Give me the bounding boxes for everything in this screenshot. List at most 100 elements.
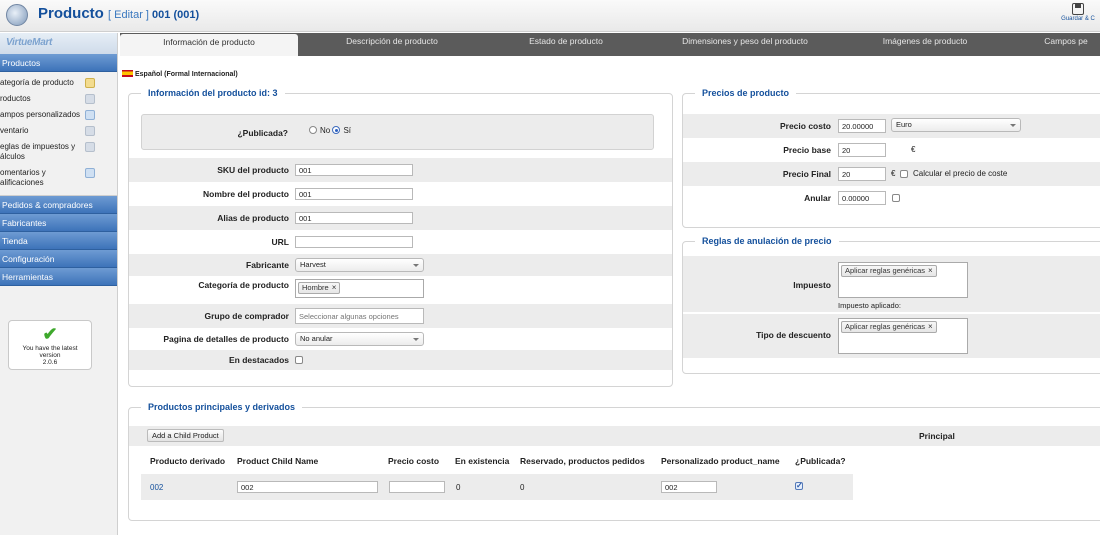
base-price-row: Precio base € bbox=[683, 138, 1100, 162]
version-line2: version bbox=[39, 352, 61, 359]
discount-label: Tipo de descuento bbox=[756, 330, 831, 340]
sku-input[interactable] bbox=[295, 164, 413, 176]
save-close-button[interactable]: Guardar & C bbox=[1056, 2, 1100, 30]
radio-yes-label: Sí bbox=[343, 126, 352, 135]
featured-label: En destacados bbox=[229, 355, 289, 365]
radio-yes[interactable] bbox=[332, 126, 341, 134]
child-products-panel: Productos principales y derivados Add a … bbox=[128, 402, 1100, 521]
child-reserved: 0 bbox=[520, 483, 525, 492]
sidebar-item-campos[interactable]: ampos personalizados bbox=[0, 107, 117, 123]
tab-imagenes[interactable]: Imágenes de producto bbox=[840, 33, 1010, 56]
tax-multiselect[interactable]: Aplicar reglas genéricas × bbox=[838, 262, 968, 298]
floppy-disk-icon bbox=[1072, 3, 1084, 15]
sidebar-section-configuracion[interactable]: Configuración bbox=[0, 250, 117, 268]
manufacturer-row: Fabricante Harvest bbox=[129, 254, 672, 276]
child-published-checkbox[interactable]: ✓ bbox=[795, 482, 803, 490]
category-multiselect[interactable]: Hombre × bbox=[295, 279, 424, 298]
sidebar-section-tienda[interactable]: Tienda bbox=[0, 232, 117, 250]
spain-flag-icon bbox=[122, 70, 133, 77]
sidebar-section-productos[interactable]: Productos bbox=[0, 54, 117, 72]
name-label: Nombre del producto bbox=[203, 189, 289, 199]
checkmark-icon: ✔ bbox=[42, 324, 58, 344]
override-input[interactable] bbox=[838, 191, 886, 205]
sidebar-section-fabricantes[interactable]: Fabricantes bbox=[0, 214, 117, 232]
featured-checkbox[interactable] bbox=[295, 356, 303, 364]
reviews-icon bbox=[85, 168, 95, 178]
sku-row: SKU del producto bbox=[129, 158, 672, 182]
alias-label: Alias de producto bbox=[217, 213, 289, 223]
name-input[interactable] bbox=[295, 188, 413, 200]
discount-multiselect[interactable]: Aplicar reglas genéricas × bbox=[838, 318, 968, 354]
sidebar-item-label: eglas de impuestos y álculos bbox=[0, 142, 76, 161]
child-custom-name-input[interactable] bbox=[661, 481, 717, 493]
manufacturer-label: Fabricante bbox=[246, 260, 289, 270]
tax-label: Impuesto bbox=[793, 280, 831, 290]
alias-row: Alias de producto bbox=[129, 206, 672, 230]
alias-input[interactable] bbox=[295, 212, 413, 224]
sidebar-item-categoria[interactable]: ategoría de producto bbox=[0, 75, 117, 91]
radio-no[interactable] bbox=[309, 126, 317, 134]
calc-cost-checkbox[interactable] bbox=[900, 170, 908, 178]
category-tag: Hombre × bbox=[298, 282, 341, 294]
tab-estado[interactable]: Estado de producto bbox=[486, 33, 646, 56]
sidebar-item-comentarios[interactable]: omentarios y alificaciones bbox=[0, 165, 117, 191]
shopper-group-input[interactable] bbox=[295, 308, 424, 324]
tax-icon bbox=[85, 142, 95, 152]
chevron-down-icon bbox=[413, 338, 419, 341]
language-label: Español (Formal Internacional) bbox=[135, 71, 238, 78]
sidebar-item-label: omentarios y alificaciones bbox=[0, 168, 46, 187]
base-price-label: Precio base bbox=[783, 145, 831, 155]
folder-icon bbox=[85, 78, 95, 88]
sidebar-item-label: ventario bbox=[0, 126, 29, 135]
cost-input[interactable] bbox=[838, 119, 886, 133]
close-icon[interactable]: × bbox=[928, 322, 933, 331]
sidebar-section-herramientas[interactable]: Herramientas bbox=[0, 268, 117, 286]
sidebar-section-pedidos[interactable]: Pedidos & compradores bbox=[0, 196, 117, 214]
tab-campos[interactable]: Campos pe bbox=[1032, 33, 1100, 56]
sidebar-product-list: ategoría de producto roductos ampos pers… bbox=[0, 72, 117, 196]
final-price-row: Precio Final € Calcular el precio de cos… bbox=[683, 162, 1100, 186]
detail-page-select[interactable]: No anular bbox=[295, 332, 424, 346]
override-row: Anular bbox=[683, 186, 1100, 210]
category-row: Categoría de producto Hombre × bbox=[129, 276, 672, 304]
child-cost-input[interactable] bbox=[389, 481, 445, 493]
sidebar-item-productos[interactable]: roductos bbox=[0, 91, 117, 107]
detail-page-row: Pagina de detalles de producto No anular bbox=[129, 328, 672, 350]
sidebar-item-label: ategoría de producto bbox=[0, 78, 74, 87]
tab-dimensiones[interactable]: Dimensiones y peso del producto bbox=[660, 33, 830, 56]
version-line1: You have the latest bbox=[22, 345, 78, 352]
currency-select[interactable]: Euro bbox=[891, 118, 1021, 132]
tab-informacion[interactable]: Información de producto bbox=[120, 34, 298, 56]
published-radios: No Sí bbox=[309, 126, 351, 135]
sku-label: SKU del producto bbox=[217, 165, 289, 175]
override-checkbox[interactable] bbox=[892, 194, 900, 202]
child-products-legend: Productos principales y derivados bbox=[141, 402, 303, 412]
page-title: Producto [ Editar ] 001 (001) bbox=[38, 5, 199, 22]
custom-fields-icon bbox=[85, 110, 95, 120]
base-price-input[interactable] bbox=[838, 143, 886, 157]
price-rules-legend: Reglas de anulación de precio bbox=[695, 236, 839, 246]
principal-label: Principal bbox=[919, 431, 955, 441]
discount-tag: Aplicar reglas genéricas × bbox=[841, 321, 937, 333]
edit-label: [ Editar ] bbox=[108, 9, 149, 21]
sidebar-item-impuestos[interactable]: eglas de impuestos y álculos bbox=[0, 139, 117, 165]
child-name-input[interactable] bbox=[237, 481, 378, 493]
final-price-input[interactable] bbox=[838, 167, 886, 181]
shopper-group-row: Grupo de comprador bbox=[129, 304, 672, 328]
manufacturer-select[interactable]: Harvest bbox=[295, 258, 424, 272]
prices-panel: Precios de producto Precio costo Euro Pr… bbox=[682, 88, 1100, 228]
tab-descripcion[interactable]: Descripción de producto bbox=[304, 33, 480, 56]
url-input[interactable] bbox=[295, 236, 413, 248]
chevron-down-icon bbox=[1010, 124, 1016, 127]
page-title-text: Producto bbox=[38, 5, 104, 22]
header-custom-name: Personalizado product_name bbox=[661, 456, 780, 466]
close-icon[interactable]: × bbox=[928, 266, 933, 275]
close-icon[interactable]: × bbox=[332, 283, 337, 292]
category-label: Categoría de producto bbox=[198, 280, 289, 290]
sidebar-item-inventario[interactable]: ventario bbox=[0, 123, 117, 139]
header-child-product: Producto derivado bbox=[150, 456, 226, 466]
euro-symbol: € bbox=[911, 145, 916, 154]
child-stock: 0 bbox=[456, 483, 461, 492]
child-id-link[interactable]: 002 bbox=[150, 483, 163, 492]
add-child-product-button[interactable]: Add a Child Product bbox=[147, 429, 224, 442]
